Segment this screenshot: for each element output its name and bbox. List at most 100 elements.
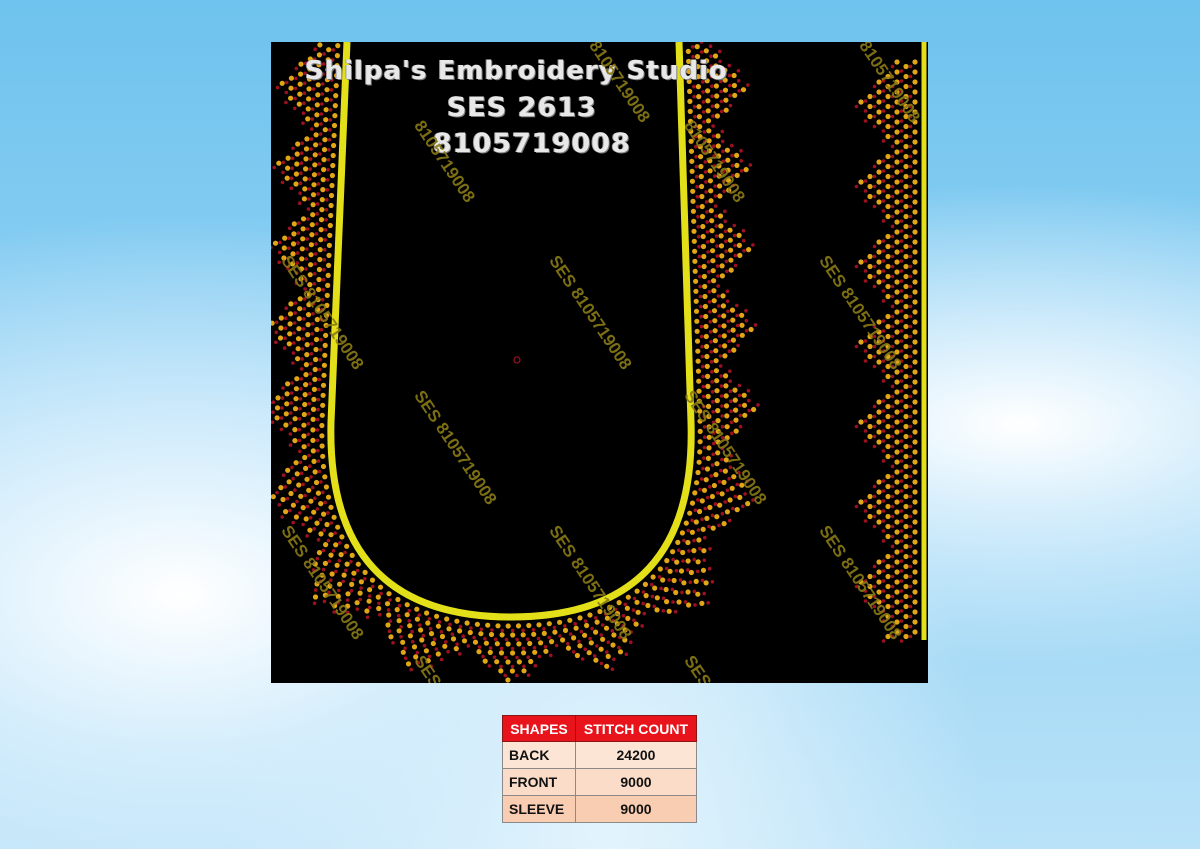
bead	[593, 629, 599, 635]
bead	[903, 253, 909, 260]
bead	[308, 372, 313, 376]
bead	[707, 290, 712, 294]
bead	[327, 222, 333, 229]
bead	[727, 349, 732, 354]
bead	[854, 184, 859, 189]
bead	[727, 237, 733, 243]
bead	[515, 655, 519, 660]
bead	[903, 573, 909, 580]
bead	[714, 461, 720, 467]
bead	[315, 490, 321, 496]
bead	[321, 157, 327, 163]
bead	[867, 353, 873, 360]
bead	[299, 256, 305, 262]
bead	[881, 409, 886, 413]
bead	[714, 388, 720, 394]
bead	[701, 253, 707, 260]
bead	[890, 444, 895, 449]
bead	[291, 146, 295, 151]
bead	[863, 429, 868, 433]
bead	[731, 347, 737, 353]
bead	[318, 517, 323, 522]
bead	[354, 600, 360, 606]
bead	[701, 487, 708, 493]
bead	[912, 609, 918, 615]
bead	[890, 114, 895, 119]
bead	[328, 192, 335, 199]
bead	[685, 539, 691, 546]
bead	[872, 434, 877, 439]
bead	[714, 93, 720, 99]
bead	[881, 519, 886, 523]
bead	[485, 622, 491, 628]
bead	[872, 84, 877, 89]
bead	[709, 218, 715, 224]
bead	[359, 586, 363, 590]
bead	[854, 344, 859, 349]
bead	[894, 369, 900, 375]
bead	[289, 391, 294, 395]
bead	[903, 183, 909, 190]
bead	[692, 557, 696, 562]
bead	[885, 553, 891, 560]
bead	[709, 474, 714, 478]
bead	[881, 139, 886, 143]
bead	[293, 86, 298, 91]
bead	[699, 183, 705, 190]
bead	[303, 382, 309, 388]
bead	[872, 184, 877, 189]
bead	[367, 587, 373, 593]
bead	[515, 637, 519, 642]
bead	[685, 589, 691, 595]
bead	[376, 605, 382, 612]
bead	[652, 604, 656, 609]
bead	[863, 419, 868, 423]
bead	[701, 110, 706, 114]
bead	[703, 170, 708, 174]
bead	[733, 253, 738, 258]
bead	[536, 636, 541, 641]
bead	[487, 664, 492, 668]
bead	[894, 509, 900, 515]
bead	[899, 499, 904, 503]
bead	[331, 122, 338, 129]
bead	[872, 124, 877, 129]
count-cell: 24200	[574, 741, 698, 769]
bead	[912, 249, 918, 255]
bead	[894, 229, 900, 235]
bead	[721, 521, 727, 527]
bead	[313, 122, 320, 128]
bead	[293, 301, 298, 305]
bead	[298, 71, 304, 77]
bead	[881, 539, 886, 543]
bead	[912, 579, 918, 585]
bead	[854, 264, 859, 269]
bead	[903, 413, 909, 420]
bead	[872, 414, 877, 419]
bead	[872, 104, 877, 109]
bead	[617, 645, 621, 650]
bead	[558, 634, 562, 638]
bead	[285, 496, 290, 501]
bead	[710, 248, 716, 254]
bead	[876, 279, 882, 285]
bead	[881, 219, 886, 223]
bead	[326, 252, 332, 258]
bead	[434, 613, 440, 619]
bead	[277, 503, 282, 507]
bead	[329, 182, 335, 189]
bead	[586, 650, 592, 656]
bead	[290, 465, 294, 470]
bead	[694, 318, 700, 324]
bead	[310, 416, 316, 422]
bead	[908, 464, 913, 469]
bead	[317, 377, 322, 382]
bead	[341, 572, 347, 578]
bead	[714, 214, 718, 218]
bead	[321, 147, 328, 153]
bead	[325, 198, 329, 202]
bead	[908, 64, 913, 69]
bead	[281, 473, 286, 478]
bead	[302, 186, 308, 192]
bead	[894, 169, 900, 175]
